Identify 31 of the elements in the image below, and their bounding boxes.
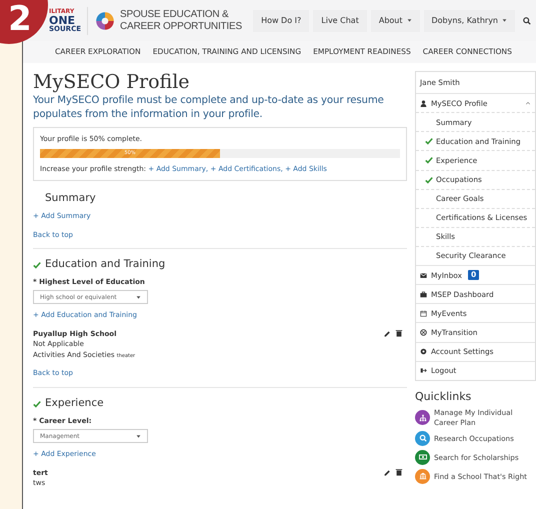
- calendar-icon: [420, 310, 427, 317]
- caret-icon: [136, 294, 141, 300]
- pencil-icon[interactable]: [383, 328, 391, 337]
- trash-icon[interactable]: [395, 328, 403, 337]
- page-title: MySECO Profile: [33, 71, 191, 94]
- section-title: Summary: [45, 191, 96, 206]
- gear-icon: [420, 348, 427, 356]
- section-title: Education and Training: [45, 257, 166, 272]
- section-title: Experience: [45, 396, 104, 411]
- sitemap-icon: [418, 414, 426, 422]
- bank-icon: [418, 472, 426, 480]
- top-nav-link[interactable]: Dobyns, Kathryn: [424, 10, 515, 32]
- logout-icon: [420, 367, 427, 374]
- seco-logo-text: SPOUSE EDUCATION & CAREER OPPORTUNITIES: [120, 9, 242, 32]
- caret-icon: [136, 434, 141, 439]
- money-icon: [418, 453, 426, 462]
- briefcase-icon: [420, 290, 427, 298]
- intro-text: Your MySECO profile must be complete and up-to-date as your resume populates from the information in your profile.: [33, 94, 385, 122]
- user-icon: [420, 100, 427, 107]
- quicklinks-title: Quicklinks: [415, 388, 472, 405]
- top-nav-link[interactable]: About: [370, 10, 420, 32]
- top-nav-link[interactable]: Live Chat: [313, 10, 367, 32]
- trash-icon[interactable]: [395, 468, 403, 476]
- top-nav-link[interactable]: How Do I?: [253, 10, 310, 32]
- envelope-icon: [420, 272, 427, 279]
- step-number: 2: [8, 2, 32, 36]
- pencil-icon[interactable]: [383, 468, 391, 476]
- search-icon: [418, 434, 426, 442]
- search-icon: [523, 16, 531, 24]
- seco-logo-icon: [94, 10, 116, 32]
- circle-icon: [420, 328, 427, 336]
